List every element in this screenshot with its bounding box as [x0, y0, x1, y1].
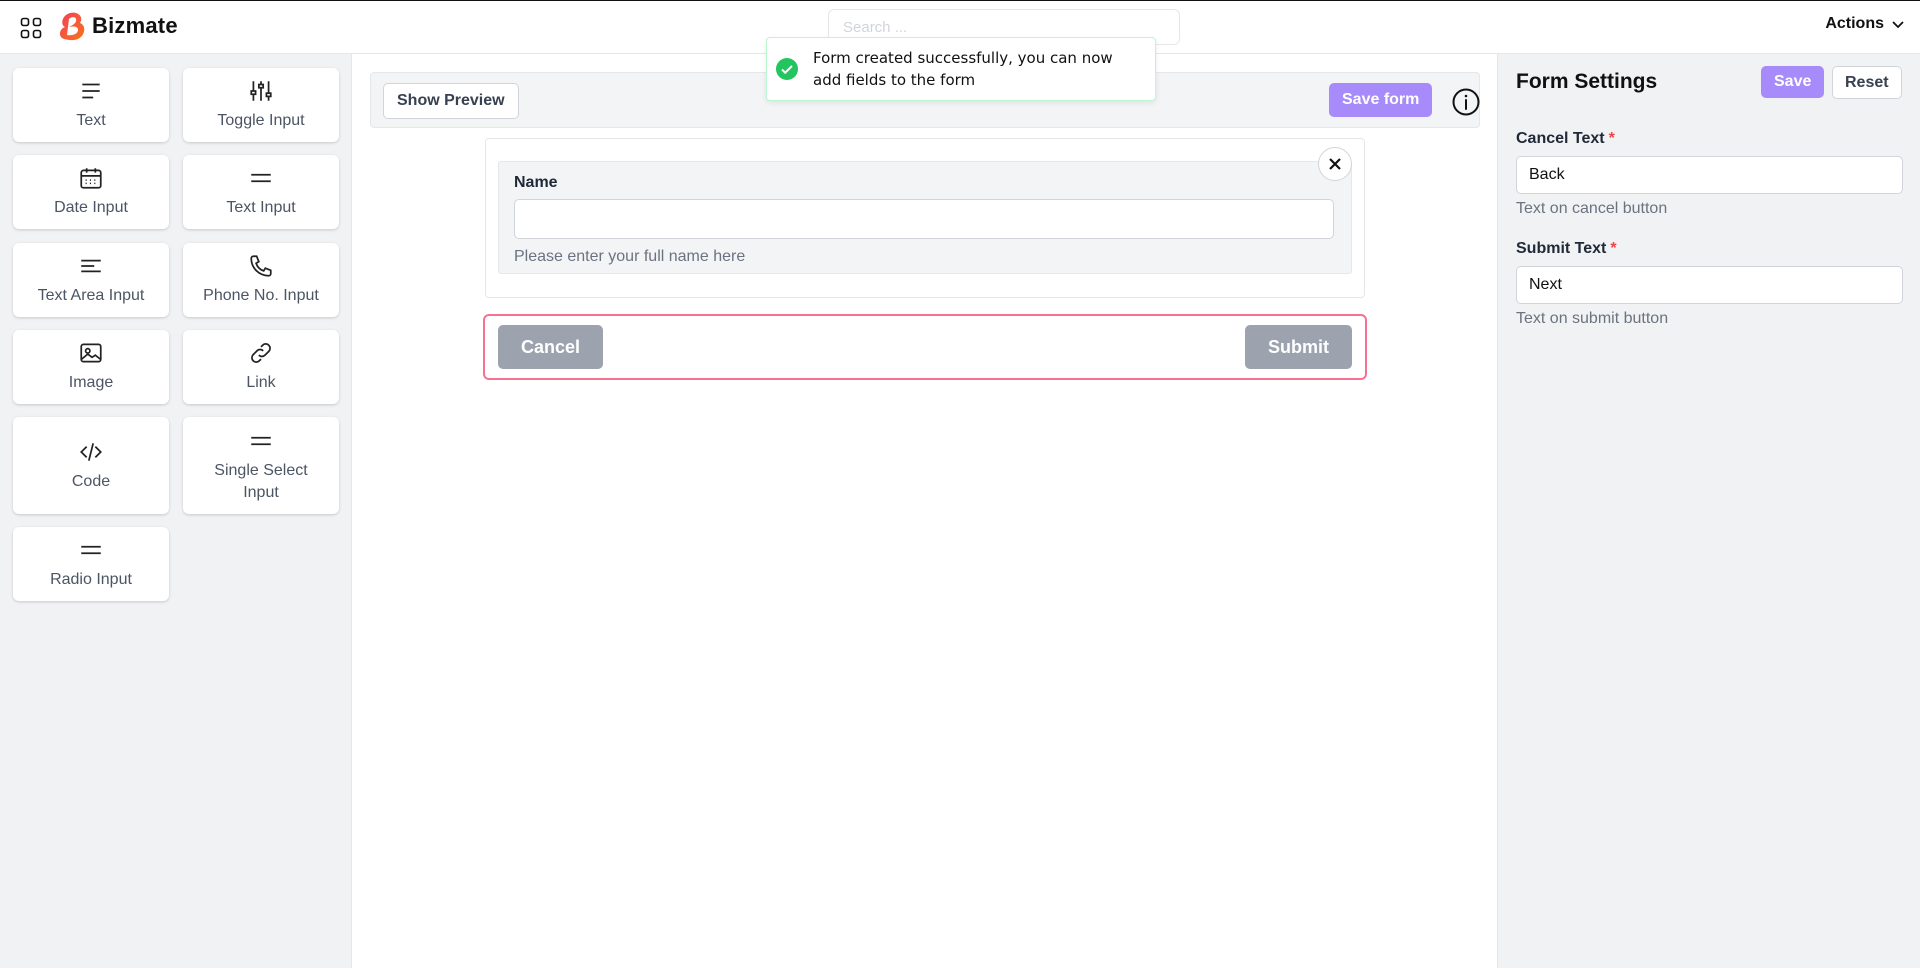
required-marker: * — [1610, 240, 1617, 257]
show-preview-button[interactable]: Show Preview — [383, 83, 519, 119]
settings-title: Form Settings — [1516, 70, 1658, 93]
form-canvas: Show Preview Save form Name Please enter… — [352, 54, 1497, 968]
submit-button[interactable]: Submit — [1245, 325, 1352, 369]
field-palette: Text Toggle Input Date Input Text Input … — [0, 54, 352, 968]
cancel-button[interactable]: Cancel — [498, 325, 604, 369]
palette-item-text-input[interactable]: Text Input — [183, 155, 339, 229]
cancel-text-label: Cancel Text * — [1516, 130, 1615, 147]
brand[interactable]: Bizmate — [56, 9, 178, 43]
equals-lines-icon — [251, 174, 271, 183]
equals-lines-icon — [251, 436, 271, 446]
link-icon — [251, 343, 271, 364]
sliders-icon — [250, 81, 272, 101]
palette-item-single-select-input[interactable]: Single Select Input — [183, 417, 339, 514]
save-button[interactable]: Save — [1761, 66, 1825, 98]
text-lines-icon — [82, 83, 100, 99]
success-toast: Form created successfully, you can now a… — [766, 37, 1156, 101]
palette-item-toggle-input[interactable]: Toggle Input — [183, 68, 339, 142]
form-settings-panel: Form Settings Save Reset Cancel Text* Te… — [1497, 54, 1920, 968]
align-left-icon — [81, 259, 101, 273]
actions-label: Actions — [1825, 15, 1884, 32]
submit-text-help: Text on submit button — [1516, 310, 1669, 327]
submit-text-input[interactable] — [1516, 266, 1903, 304]
palette-item-radio-input[interactable]: Radio Input — [13, 527, 169, 601]
field-label: Name — [514, 174, 558, 191]
remove-field-button[interactable] — [1318, 147, 1352, 181]
image-icon — [80, 343, 102, 363]
brand-name: Bizmate — [92, 13, 178, 38]
reset-button[interactable]: Reset — [1832, 66, 1902, 99]
save-form-button[interactable]: Save form — [1329, 83, 1433, 117]
equals-lines-icon — [81, 546, 101, 555]
field-help-text: Please enter your full name here — [514, 248, 746, 265]
phone-icon — [250, 255, 272, 277]
check-circle-icon — [776, 58, 798, 80]
actions-menu[interactable]: Actions — [1825, 15, 1906, 33]
required-marker: * — [1608, 130, 1615, 147]
bizmate-logo-icon — [59, 12, 85, 41]
close-icon — [1329, 158, 1341, 170]
toast-message: Form created successfully, you can now a… — [813, 49, 1113, 89]
form-field-card[interactable]: Name Please enter your full name here — [485, 138, 1365, 298]
code-icon — [80, 442, 102, 461]
cancel-text-help: Text on cancel button — [1516, 200, 1668, 217]
chevron-down-icon — [1892, 21, 1904, 29]
palette-item-link[interactable]: Link — [183, 330, 339, 404]
cancel-text-input[interactable] — [1516, 156, 1903, 194]
calendar-icon — [80, 168, 102, 189]
name-input[interactable] — [514, 199, 1334, 239]
palette-item-text-area-input[interactable]: Text Area Input — [13, 243, 169, 317]
palette-item-code[interactable]: Code — [13, 417, 169, 514]
palette-item-text[interactable]: Text — [13, 68, 169, 142]
name-field[interactable]: Name Please enter your full name here — [498, 161, 1352, 274]
palette-item-phone-input[interactable]: Phone No. Input — [183, 243, 339, 317]
submit-text-label: Submit Text * — [1516, 240, 1617, 257]
info-icon[interactable] — [1451, 87, 1481, 117]
palette-item-date-input[interactable]: Date Input — [13, 155, 169, 229]
form-buttons-row[interactable]: Cancel Submit — [483, 314, 1367, 380]
apps-grid-icon[interactable] — [20, 17, 42, 39]
palette-item-image[interactable]: Image — [13, 330, 169, 404]
